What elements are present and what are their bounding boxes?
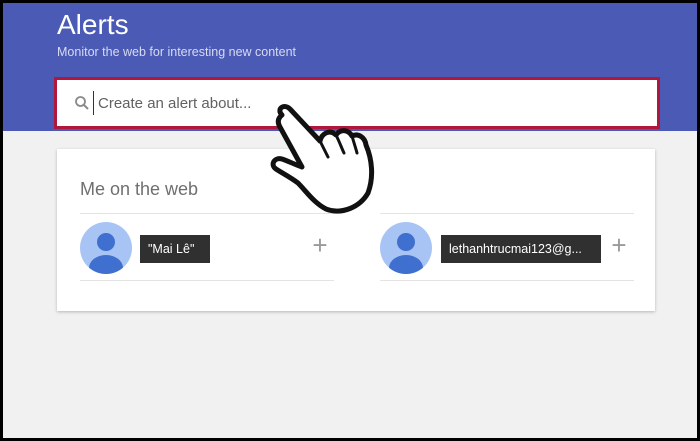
alert-suggestion-label[interactable]: lethanhtrucmai123@g... (441, 235, 601, 263)
avatar (380, 222, 432, 274)
page-subtitle: Monitor the web for interesting new cont… (57, 45, 297, 59)
page-title: Alerts (57, 9, 129, 40)
add-alert-button[interactable]: + (308, 232, 332, 258)
alert-suggestion-label[interactable]: "Mai Lê" (140, 235, 210, 263)
search-icon (75, 96, 89, 110)
avatar (80, 222, 132, 274)
card-title: Me on the web (80, 179, 199, 199)
app-frame: Alerts Monitor the web for interesting n… (3, 3, 697, 438)
pointing-hand-icon (270, 104, 375, 214)
add-alert-button[interactable]: + (607, 232, 631, 258)
list-item: lethanhtrucmai123@g... + (380, 213, 634, 281)
list-item: "Mai Lê" + (80, 213, 334, 281)
